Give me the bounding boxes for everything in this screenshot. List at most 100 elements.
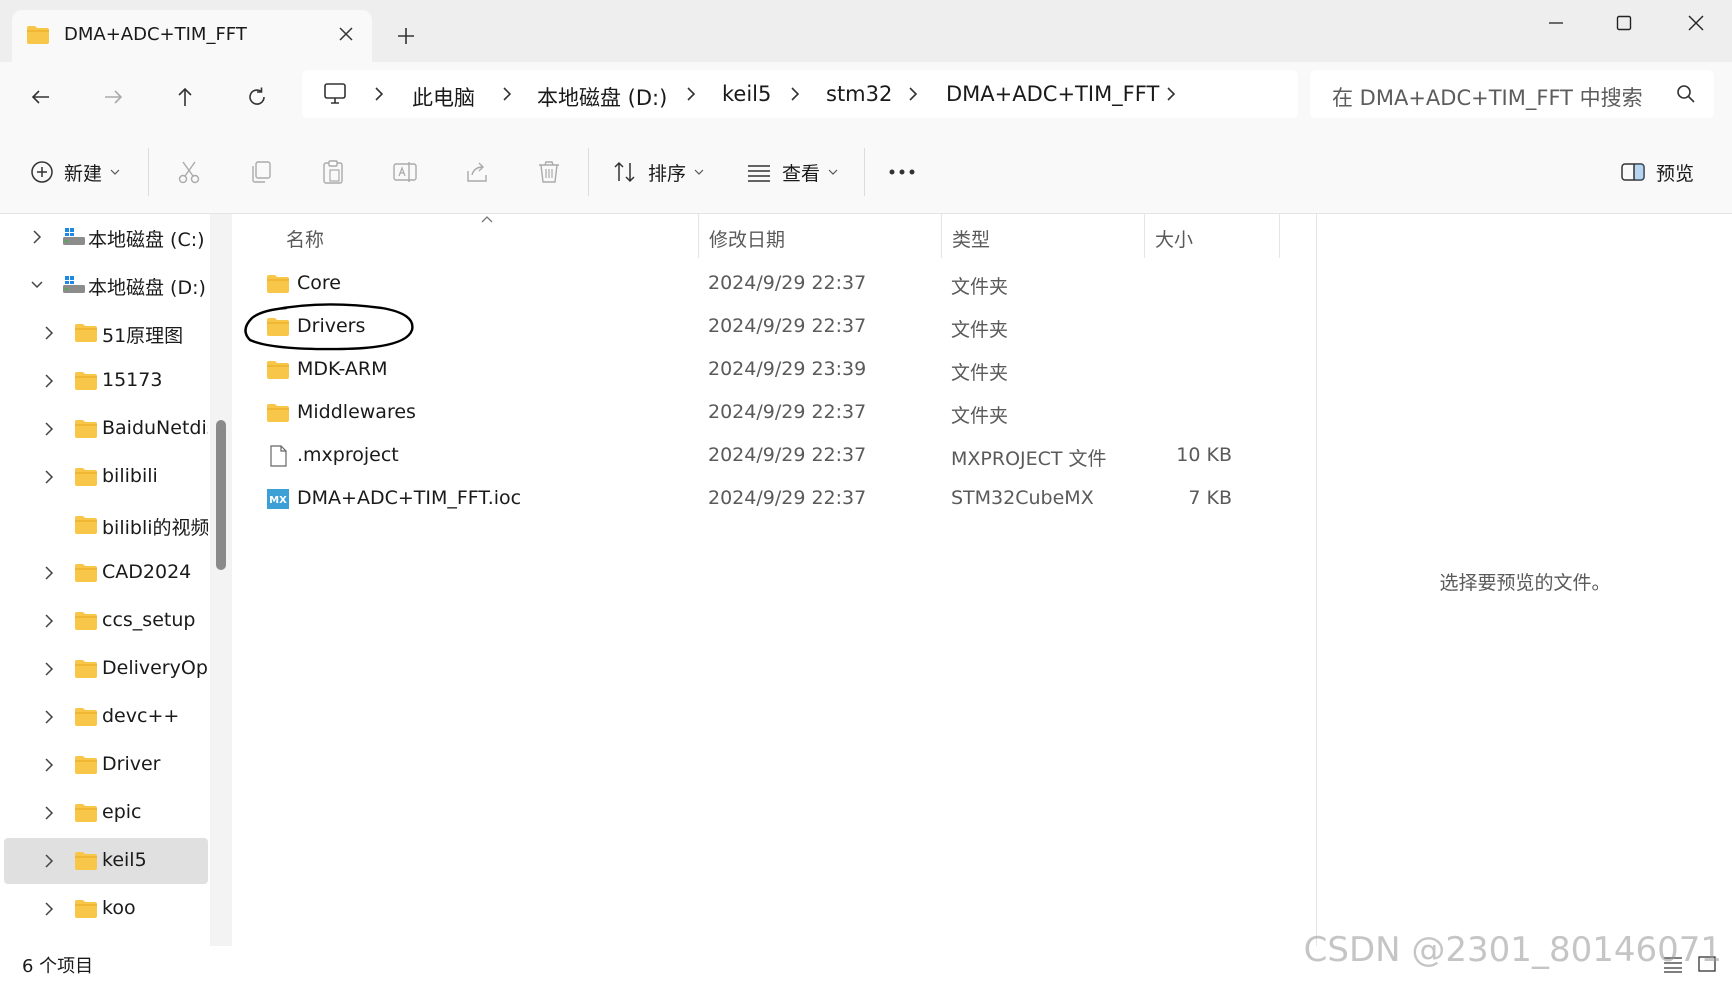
file-type: STM32CubeMX xyxy=(951,487,1094,509)
chevron-right-icon[interactable] xyxy=(42,421,56,437)
new-button[interactable]: 新建 xyxy=(30,152,120,192)
up-button[interactable] xyxy=(166,78,204,116)
file-row[interactable]: Core 2024/9/29 22:37 文件夹 xyxy=(236,262,1316,305)
breadcrumb-current-folder[interactable]: DMA+ADC+TIM_FFT xyxy=(946,82,1159,106)
breadcrumb-drive-d[interactable]: 本地磁盘 (D:) xyxy=(537,82,667,112)
search-box[interactable]: 在 DMA+ADC+TIM_FFT 中搜索 xyxy=(1310,70,1714,118)
sidebar-item[interactable]: BaiduNetdis xyxy=(4,406,208,452)
title-bar: DMA+ADC+TIM_FFT xyxy=(0,0,1732,62)
back-button[interactable] xyxy=(22,78,60,116)
folder-icon xyxy=(75,516,97,534)
sidebar-item[interactable]: ccs_setup xyxy=(4,598,208,644)
chevron-right-icon[interactable] xyxy=(42,565,56,581)
file-row[interactable]: MDK-ARM 2024/9/29 23:39 文件夹 xyxy=(236,348,1316,391)
sidebar-item[interactable]: devc++ xyxy=(4,694,208,740)
sidebar-item[interactable]: 15173 xyxy=(4,358,208,404)
address-bar[interactable]: 此电脑 本地磁盘 (D:) keil5 stm32 DMA+ADC+TIM_FF… xyxy=(302,70,1298,118)
folder-icon xyxy=(267,361,289,379)
share-button[interactable] xyxy=(464,152,490,192)
sidebar-item[interactable]: 本地磁盘 (C:) xyxy=(4,214,208,260)
chevron-right-icon[interactable] xyxy=(42,661,56,677)
folder-icon xyxy=(75,852,97,870)
sidebar-item[interactable]: epic xyxy=(4,790,208,836)
chevron-right-icon[interactable] xyxy=(42,757,56,773)
sidebar-item[interactable]: keil5 xyxy=(4,838,208,884)
minimize-button[interactable] xyxy=(1520,0,1592,46)
file-row[interactable]: .mxproject 2024/9/29 22:37 MXPROJECT 文件 10 … xyxy=(236,434,1316,477)
new-tab-icon[interactable] xyxy=(392,22,420,50)
preview-pane-icon xyxy=(1621,163,1645,181)
breadcrumb-keil5[interactable]: keil5 xyxy=(722,82,771,106)
search-input[interactable]: 在 DMA+ADC+TIM_FFT 中搜索 xyxy=(1332,82,1643,112)
close-window-button[interactable] xyxy=(1660,0,1732,46)
column-type-label: 类型 xyxy=(952,229,991,251)
sidebar-item[interactable]: DeliveryOpt xyxy=(4,646,208,692)
copy-button[interactable] xyxy=(248,152,274,192)
preview-pane-button[interactable]: 预览 xyxy=(1620,152,1694,192)
sidebar-item[interactable]: bilibli的视频 xyxy=(4,502,208,548)
folder-icon xyxy=(75,756,97,774)
refresh-button[interactable] xyxy=(238,78,276,116)
preview-message: 选择要预览的文件。 xyxy=(1439,572,1611,594)
column-size-label: 大小 xyxy=(1155,229,1194,251)
cut-button[interactable] xyxy=(176,152,202,192)
tab-close-icon[interactable] xyxy=(334,22,358,46)
sidebar-item-label: 51原理图 xyxy=(102,325,184,347)
file-type: MXPROJECT 文件 xyxy=(951,448,1107,470)
chevron-right-icon[interactable] xyxy=(42,613,56,629)
sidebar-item[interactable]: 本地磁盘 (D:) xyxy=(4,262,208,308)
chevron-right-icon[interactable] xyxy=(42,373,56,389)
computer-icon xyxy=(324,83,346,104)
file-date: 2024/9/29 22:37 xyxy=(708,444,867,466)
more-options-button[interactable] xyxy=(888,152,916,192)
arrow-up-icon xyxy=(178,87,192,106)
column-header-size[interactable]: 大小 xyxy=(1145,214,1280,258)
toolbar-divider xyxy=(864,148,865,196)
sidebar-item[interactable]: CAD2024 xyxy=(4,550,208,596)
chevron-right-icon[interactable] xyxy=(30,229,44,245)
sidebar-item-label: CAD2024 xyxy=(102,561,192,583)
file-date: 2024/9/29 22:37 xyxy=(708,487,867,509)
chevron-right-icon[interactable] xyxy=(42,805,56,821)
sort-ascending-icon xyxy=(481,216,493,223)
folder-icon xyxy=(75,420,97,438)
sidebar-item[interactable]: 51原理图 xyxy=(4,310,208,356)
chevron-right-icon[interactable] xyxy=(42,901,56,917)
chevron-right-icon[interactable] xyxy=(42,853,56,869)
sidebar-item[interactable]: Driver xyxy=(4,742,208,788)
chevron-right-icon[interactable] xyxy=(42,469,56,485)
sidebar-item[interactable]: bilibili xyxy=(4,454,208,500)
toolbar-divider xyxy=(588,148,589,196)
forward-button[interactable] xyxy=(94,78,132,116)
arrow-right-icon xyxy=(105,90,123,104)
sidebar-scrollbar[interactable] xyxy=(210,214,232,946)
column-header-type[interactable]: 类型 xyxy=(942,214,1145,258)
chevron-right-icon[interactable] xyxy=(42,709,56,725)
column-header-name[interactable]: 名称 xyxy=(236,214,699,258)
chevron-right-icon xyxy=(687,87,696,101)
column-header-date[interactable]: 修改日期 xyxy=(699,214,942,258)
tab-active[interactable]: DMA+ADC+TIM_FFT xyxy=(12,10,372,62)
breadcrumb-this-pc[interactable]: 此电脑 xyxy=(412,82,475,112)
paste-button[interactable] xyxy=(320,152,346,192)
sidebar-item-label: bilibili xyxy=(102,465,158,487)
file-row[interactable]: MX DMA+ADC+TIM_FFT.ioc 2024/9/29 22:37 STM3… xyxy=(236,477,1316,520)
sidebar-item-label: DeliveryOpt xyxy=(102,657,208,679)
column-date-label: 修改日期 xyxy=(709,229,786,251)
sort-button[interactable]: 排序 xyxy=(612,152,704,192)
arrow-left-icon xyxy=(31,90,49,104)
chevron-right-icon[interactable] xyxy=(42,325,56,341)
list-view-icon xyxy=(748,165,770,182)
view-button[interactable]: 查看 xyxy=(746,152,838,192)
folder-icon xyxy=(75,612,97,630)
sidebar-scrollbar-thumb[interactable] xyxy=(216,420,226,570)
file-row[interactable]: Middlewares 2024/9/29 22:37 文件夹 xyxy=(236,391,1316,434)
sidebar-item[interactable]: koo xyxy=(4,886,208,932)
maximize-button[interactable] xyxy=(1588,0,1660,46)
sidebar-item-label: 15173 xyxy=(102,369,163,391)
rename-button[interactable] xyxy=(392,152,418,192)
breadcrumb-stm32[interactable]: stm32 xyxy=(826,82,892,106)
delete-button[interactable] xyxy=(536,152,562,192)
close-icon xyxy=(1688,15,1704,31)
chevron-down-icon[interactable] xyxy=(30,277,44,293)
